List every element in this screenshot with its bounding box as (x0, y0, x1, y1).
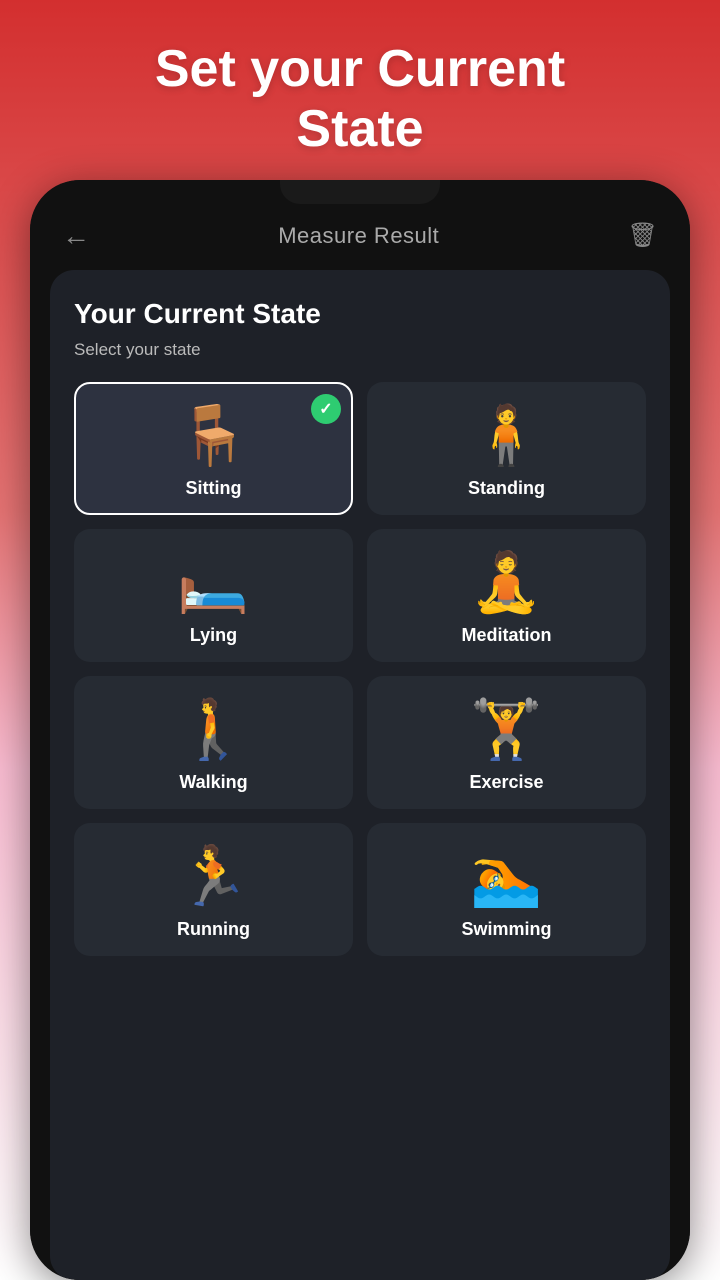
page-title: Set your CurrentState (115, 40, 605, 160)
running-label: Running (177, 919, 250, 940)
card-subtitle: Select your state (74, 340, 646, 360)
meditation-label: Meditation (462, 625, 552, 646)
running-icon: 🏃 (180, 843, 248, 911)
back-button[interactable]: ← (62, 220, 90, 252)
standing-label: Standing (468, 478, 545, 499)
sitting-icon: 🪑 (180, 402, 248, 470)
state-item-swimming[interactable]: 🏊 Swimming (367, 823, 646, 956)
walking-icon: 🚶 (180, 696, 248, 764)
state-item-lying[interactable]: 🛏️ Lying (74, 529, 353, 662)
state-item-exercise[interactable]: 🏋️ Exercise (367, 676, 646, 809)
state-item-running[interactable]: 🏃 Running (74, 823, 353, 956)
state-card: Your Current State Select your state ✓ 🪑 S… (50, 270, 670, 1280)
state-item-walking[interactable]: 🚶 Walking (74, 676, 353, 809)
card-title: Your Current State (74, 298, 646, 330)
state-item-meditation[interactable]: 🧘 Meditation (367, 529, 646, 662)
phone-inner: ← Measure Result 🗑 Your Current State Se… (30, 180, 690, 1280)
meditation-icon: 🧘 (473, 549, 541, 617)
state-item-standing[interactable]: 🧍 Standing (367, 382, 646, 515)
check-badge: ✓ (311, 394, 341, 424)
screen-title: Measure Result (278, 223, 439, 249)
states-grid: ✓ 🪑 Sitting 🧍 Standing 🛏️ Lying 🧘 Meditation 🚶 Wal… (74, 382, 646, 956)
exercise-icon: 🏋️ (473, 696, 541, 764)
lying-label: Lying (190, 625, 237, 646)
exercise-label: Exercise (469, 772, 543, 793)
phone-notch (280, 180, 440, 204)
sitting-label: Sitting (186, 478, 242, 499)
swimming-icon: 🏊 (473, 843, 541, 911)
phone-frame: ← Measure Result 🗑 Your Current State Se… (30, 180, 690, 1280)
walking-label: Walking (179, 772, 247, 793)
state-item-sitting[interactable]: ✓ 🪑 Sitting (74, 382, 353, 515)
swimming-label: Swimming (461, 919, 551, 940)
delete-button[interactable]: 🗑 (628, 221, 658, 250)
lying-icon: 🛏️ (180, 549, 248, 617)
standing-icon: 🧍 (473, 402, 541, 470)
